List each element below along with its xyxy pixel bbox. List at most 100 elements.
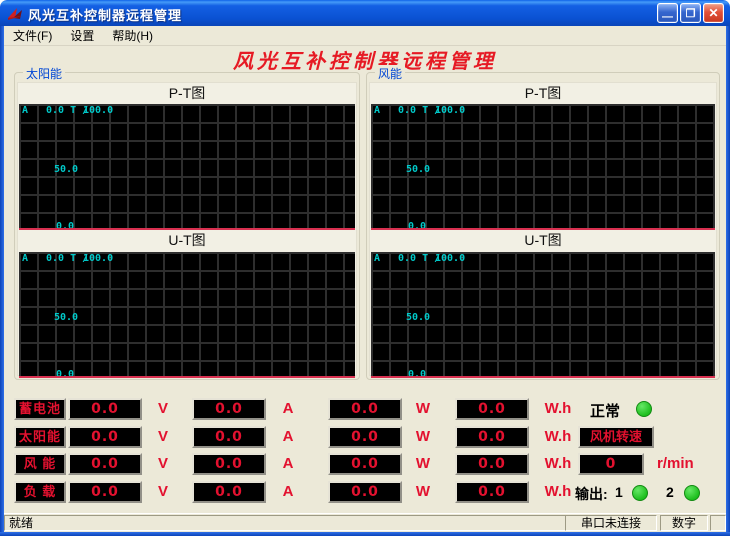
normal-status-led (636, 401, 652, 417)
output1-label: 1 (615, 484, 623, 500)
voltage-display: 0.0 (68, 426, 142, 448)
statusbar-mode: 数字 (660, 515, 708, 531)
y-mid-label: 50.0 (54, 312, 78, 323)
power-unit: W (405, 455, 441, 472)
power-display: 0.0 (328, 481, 402, 503)
voltage-display: 0.0 (68, 481, 142, 503)
energy-unit: W.h (535, 400, 581, 417)
chart-title-ut: U-T图 (370, 230, 716, 251)
y-min-label: 0.0 (56, 369, 74, 378)
statusbar-serial-status: 串口未连接 (565, 515, 657, 531)
y-axis-label: A (374, 105, 380, 116)
current-display: 0.0 (192, 481, 266, 503)
solar-ut-chart: A 0.0 T / 100.0 50.0 0.0 (19, 252, 355, 378)
readout-label: 风 能 (14, 453, 66, 475)
current-unit: A (270, 483, 306, 500)
app-window: 风光互补控制器远程管理 — ❐ ✕ 文件(F) 设置 帮助(H) 风光互补控制器… (0, 0, 730, 536)
time-scale-label: 0.0 T / (46, 105, 88, 116)
fan-speed-label: 风机转速 (578, 426, 654, 448)
energy-display: 0.0 (455, 398, 529, 420)
chart-title-ut: U-T图 (18, 230, 356, 251)
y-mid-label: 50.0 (406, 164, 430, 175)
window-border-bottom (0, 532, 730, 536)
power-unit: W (405, 400, 441, 417)
output-label: 输出: (575, 484, 608, 504)
energy-display: 0.0 (455, 426, 529, 448)
app-icon (7, 5, 23, 21)
menubar: 文件(F) 设置 帮助(H) (4, 26, 726, 46)
solar-pt-chart: A 0.0 T / 100.0 50.0 0.0 (19, 104, 355, 230)
close-button[interactable]: ✕ (703, 3, 724, 23)
statusbar-spacer (710, 515, 726, 531)
statusbar: 就绪 串口未连接 数字 (4, 513, 726, 532)
time-scale-label: 0.0 T / (46, 253, 88, 264)
y-max-label: 100.0 (435, 253, 465, 264)
menu-item-file[interactable]: 文件(F) (4, 26, 61, 45)
window-titlebar[interactable]: 风光互补控制器远程管理 — ❐ ✕ (0, 0, 730, 26)
power-unit: W (405, 428, 441, 445)
minimize-button[interactable]: — (657, 3, 678, 23)
time-scale-label: 0.0 T / (398, 105, 440, 116)
voltage-display: 0.0 (68, 398, 142, 420)
readout-row-wind: 风 能 0.0 V 0.0 A 0.0 W 0.0 W.h 0 r/min (0, 453, 730, 477)
page-title: 风光互补控制器远程管理 (0, 45, 730, 74)
wind-ut-chart: A 0.0 T / 100.0 50.0 0.0 (371, 252, 715, 378)
y-axis-label: A (22, 253, 28, 264)
statusbar-ready: 就绪 (4, 515, 566, 531)
current-unit: A (270, 400, 306, 417)
readout-row-battery: 蓄电池 0.0 V 0.0 A 0.0 W 0.0 W.h 正常 (0, 398, 730, 422)
voltage-unit: V (145, 455, 181, 472)
y-min-label: 0.0 (408, 221, 426, 230)
window-border-left (0, 24, 4, 536)
chart-title-pt: P-T图 (18, 83, 356, 104)
current-display: 0.0 (192, 398, 266, 420)
y-max-label: 100.0 (435, 105, 465, 116)
power-unit: W (405, 483, 441, 500)
wind-panel-group: 风能 P-T图 A 0.0 T / 100.0 50.0 0.0 U-T图 A … (366, 72, 720, 380)
maximize-button[interactable]: ❐ (680, 3, 701, 23)
power-display: 0.0 (328, 398, 402, 420)
y-mid-label: 50.0 (54, 164, 78, 175)
menu-item-settings[interactable]: 设置 (61, 26, 103, 45)
time-scale-label: 0.0 T / (398, 253, 440, 264)
readout-label: 太阳能 (14, 426, 66, 448)
output2-label: 2 (666, 484, 674, 500)
voltage-unit: V (145, 428, 181, 445)
voltage-unit: V (145, 483, 181, 500)
readout-row-load: 负 载 0.0 V 0.0 A 0.0 W 0.0 W.h 输出: 1 2 (0, 481, 730, 505)
readout-label: 蓄电池 (14, 398, 66, 420)
y-axis-label: A (22, 105, 28, 116)
readout-label: 负 载 (14, 481, 66, 503)
y-mid-label: 50.0 (406, 312, 430, 323)
energy-display: 0.0 (455, 453, 529, 475)
energy-unit: W.h (535, 455, 581, 472)
window-border-right (726, 24, 730, 536)
energy-unit: W.h (535, 428, 581, 445)
output1-led (632, 485, 648, 501)
output2-led (684, 485, 700, 501)
readout-row-solar: 太阳能 0.0 V 0.0 A 0.0 W 0.0 W.h 风机转速 (0, 426, 730, 450)
wind-chart-card: P-T图 A 0.0 T / 100.0 50.0 0.0 U-T图 A 0.0… (369, 82, 717, 376)
y-max-label: 100.0 (83, 105, 113, 116)
fan-speed-unit: r/min (657, 455, 694, 472)
current-unit: A (270, 428, 306, 445)
wind-pt-chart: A 0.0 T / 100.0 50.0 0.0 (371, 104, 715, 230)
y-min-label: 0.0 (56, 221, 74, 230)
power-display: 0.0 (328, 426, 402, 448)
y-min-label: 0.0 (408, 369, 426, 378)
voltage-unit: V (145, 400, 181, 417)
current-display: 0.0 (192, 426, 266, 448)
group-label-solar: 太阳能 (23, 65, 65, 82)
y-axis-label: A (374, 253, 380, 264)
current-unit: A (270, 455, 306, 472)
voltage-display: 0.0 (68, 453, 142, 475)
window-title: 风光互补控制器远程管理 (28, 5, 182, 24)
solar-panel-group: 太阳能 P-T图 A 0.0 T / 100.0 50.0 0.0 U-T图 A… (14, 72, 360, 380)
menu-item-help[interactable]: 帮助(H) (103, 26, 162, 45)
chart-title-pt: P-T图 (370, 83, 716, 104)
fan-speed-display: 0 (578, 453, 644, 475)
energy-display: 0.0 (455, 481, 529, 503)
normal-status-label: 正常 (590, 400, 620, 421)
group-label-wind: 风能 (375, 65, 405, 82)
solar-chart-card: P-T图 A 0.0 T / 100.0 50.0 0.0 U-T图 A 0.0… (17, 82, 357, 376)
